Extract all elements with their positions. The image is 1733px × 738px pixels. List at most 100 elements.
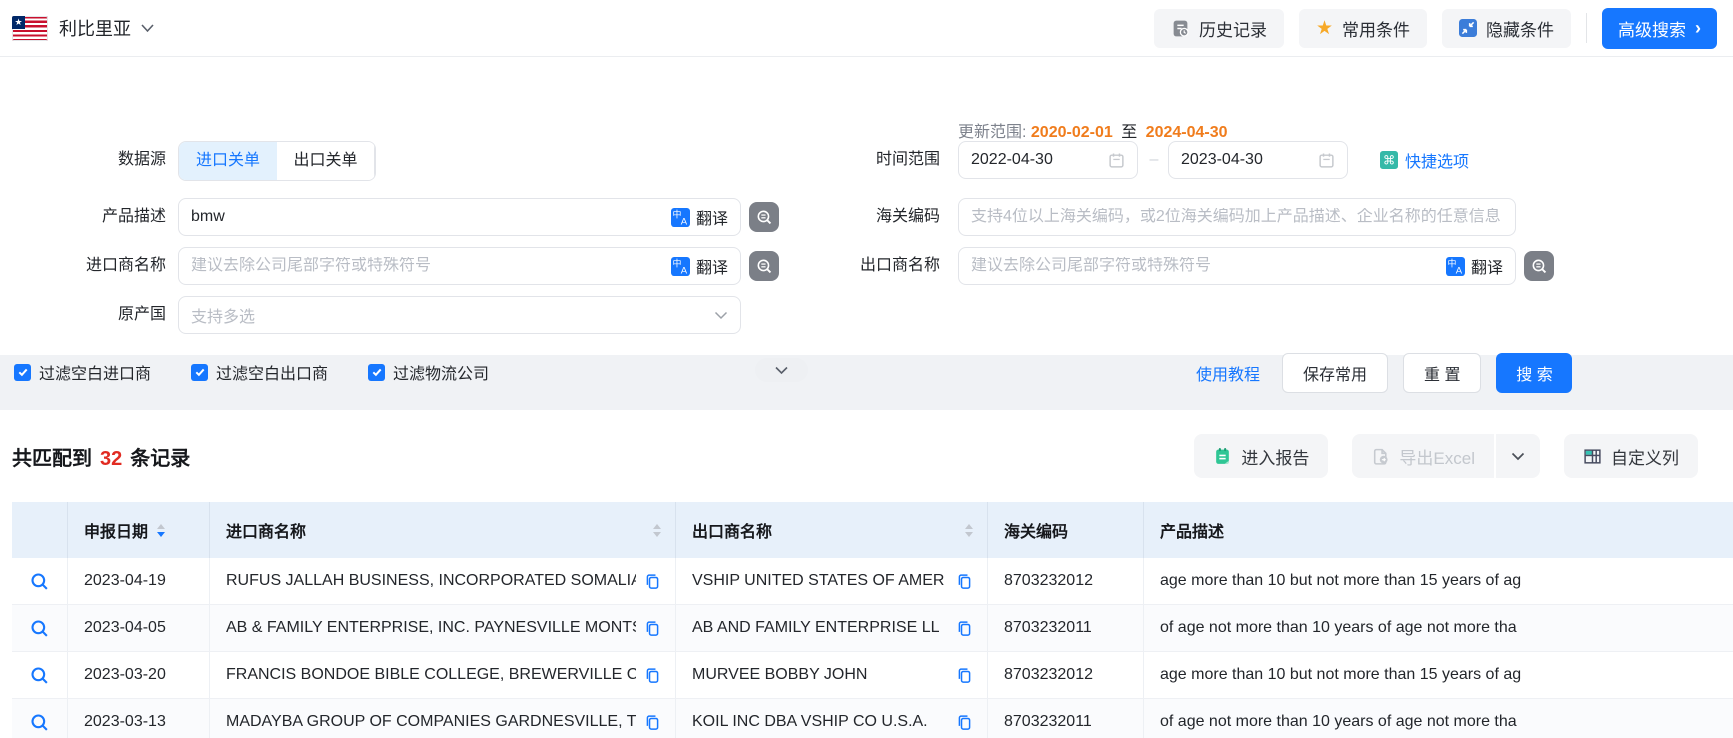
results-count-title: 共匹配到 32 条记录: [12, 442, 190, 471]
calendar-icon: [1108, 152, 1125, 169]
product-desc-field[interactable]: 中A 翻译: [178, 198, 741, 236]
copy-icon[interactable]: [644, 573, 661, 590]
match-suffix: 条记录: [130, 442, 190, 471]
table-header-row: 申报日期 进口商名称 出口商名称 海关编码 产品描述: [12, 502, 1733, 558]
translate-button[interactable]: 中A 翻译: [661, 205, 728, 229]
header-label: 海关编码: [1004, 518, 1068, 542]
origin-country-select[interactable]: 支持多选: [178, 296, 741, 334]
hs-code-input[interactable]: [971, 208, 1503, 226]
header-label: 申报日期: [84, 518, 148, 542]
copy-icon[interactable]: [644, 714, 661, 731]
translate-label: 翻译: [1471, 254, 1503, 278]
columns-icon: [1583, 447, 1602, 466]
fuzzy-search-toggle-button[interactable]: [749, 251, 779, 281]
hide-conditions-button[interactable]: 隐藏条件: [1442, 9, 1571, 48]
checkbox-checked-icon[interactable]: [14, 364, 31, 381]
product-desc-input[interactable]: [191, 208, 661, 226]
origin-country-placeholder: 支持多选: [191, 303, 714, 327]
copy-icon[interactable]: [956, 620, 973, 637]
exporter-input[interactable]: [971, 257, 1436, 275]
favorites-label: 常用条件: [1342, 16, 1410, 41]
match-prefix: 共匹配到: [12, 442, 92, 471]
translate-button[interactable]: 中A 翻译: [1436, 254, 1503, 278]
reset-button[interactable]: 重 置: [1403, 353, 1481, 393]
sort-icon[interactable]: [653, 524, 661, 537]
importer-label: 进口商名称: [0, 247, 166, 285]
favorites-button[interactable]: ★ 常用条件: [1299, 9, 1427, 48]
export-excel-group: 导出Excel: [1352, 434, 1540, 478]
save-common-button[interactable]: 保存常用: [1282, 353, 1388, 393]
history-button[interactable]: 历史记录: [1154, 9, 1284, 48]
copy-icon[interactable]: [644, 667, 661, 684]
fuzzy-search-toggle-button[interactable]: [749, 202, 779, 232]
importer-input[interactable]: [191, 257, 661, 275]
tab-import-customs[interactable]: 进口关单: [179, 142, 277, 180]
customize-columns-label: 自定义列: [1611, 444, 1679, 469]
header-declare-date[interactable]: 申报日期: [68, 502, 210, 558]
top-bar: ★ 利比里亚 历史记录 ★ 常用条件 隐藏条件 高级搜索 ›: [0, 0, 1733, 57]
checkbox-checked-icon[interactable]: [368, 364, 385, 381]
arrow-right-icon: ›: [1695, 19, 1701, 37]
filter-checkbox-1[interactable]: 过滤空白出口商: [191, 360, 328, 384]
copy-icon[interactable]: [956, 714, 973, 731]
tutorial-link[interactable]: 使用教程: [1196, 361, 1260, 385]
exporter-field[interactable]: 中A 翻译: [958, 247, 1516, 285]
enter-report-label: 进入报告: [1241, 444, 1309, 469]
enter-report-button[interactable]: 进入报告: [1194, 434, 1328, 478]
row-detail-search-icon[interactable]: [29, 665, 50, 686]
chevron-down-icon[interactable]: [140, 23, 155, 33]
cell-declare-date: 2023-03-13: [68, 699, 210, 738]
advanced-search-label: 高级搜索: [1618, 16, 1686, 41]
date-end-input[interactable]: [1181, 151, 1318, 169]
history-label: 历史记录: [1199, 16, 1267, 41]
hs-code-label: 海关编码: [780, 198, 940, 236]
sort-icon[interactable]: [157, 524, 165, 537]
header-exporter[interactable]: 出口商名称: [676, 502, 988, 558]
cell-product-desc: age more than 10 but not more than 15 ye…: [1144, 558, 1733, 604]
sort-icon[interactable]: [965, 524, 973, 537]
calendar-icon: [1318, 152, 1335, 169]
tab-export-customs[interactable]: 出口关单: [277, 142, 375, 180]
fuzzy-search-toggle-button[interactable]: [1524, 251, 1554, 281]
cell-importer: RUFUS JALLAH BUSINESS, INCORPORATED SOMA…: [210, 558, 676, 604]
table-row: 2023-04-19RUFUS JALLAH BUSINESS, INCORPO…: [12, 558, 1733, 605]
copy-icon[interactable]: [644, 620, 661, 637]
origin-country-label: 原产国: [0, 296, 166, 334]
advanced-search-button[interactable]: 高级搜索 ›: [1602, 8, 1717, 49]
quick-options-button[interactable]: ⌘ 快捷选项: [1380, 141, 1469, 179]
header-importer[interactable]: 进口商名称: [210, 502, 676, 558]
row-detail-search-icon[interactable]: [29, 571, 50, 592]
filter-checkbox-2[interactable]: 过滤物流公司: [368, 360, 489, 384]
date-start-field[interactable]: [958, 141, 1138, 179]
export-excel-label: 导出Excel: [1399, 444, 1475, 469]
update-range-label: 更新范围:: [958, 124, 1026, 141]
star-icon: ★: [1316, 19, 1333, 38]
date-end-field[interactable]: [1168, 141, 1348, 179]
time-range-label: 时间范围: [780, 141, 940, 179]
command-icon: ⌘: [1380, 151, 1398, 169]
cell-importer: AB & FAMILY ENTERPRISE, INC. PAYNESVILLE…: [210, 605, 676, 651]
export-excel-button[interactable]: 导出Excel: [1352, 434, 1494, 478]
copy-icon[interactable]: [956, 667, 973, 684]
date-start-input[interactable]: [971, 151, 1108, 169]
search-button[interactable]: 搜 索: [1496, 353, 1572, 393]
importer-field[interactable]: 中A 翻译: [178, 247, 741, 285]
filter-checkbox-0[interactable]: 过滤空白进口商: [14, 360, 151, 384]
table-row: 2023-04-05AB & FAMILY ENTERPRISE, INC. P…: [12, 605, 1733, 652]
translate-icon: 中A: [671, 208, 690, 227]
product-desc-label: 产品描述: [0, 198, 166, 236]
cell-product-desc: of age not more than 10 years of age not…: [1144, 699, 1733, 738]
search-form: 更新范围: 2020-02-01 至 2024-04-30 数据源 进口关单 出…: [0, 57, 1733, 355]
country-name[interactable]: 利比里亚: [59, 15, 131, 41]
hs-code-field[interactable]: [958, 198, 1516, 236]
row-detail-search-icon[interactable]: [29, 712, 50, 733]
row-detail-search-icon[interactable]: [29, 618, 50, 639]
copy-icon[interactable]: [956, 573, 973, 590]
checkbox-label: 过滤空白出口商: [216, 360, 328, 384]
checkbox-checked-icon[interactable]: [191, 364, 208, 381]
collapse-form-button[interactable]: [755, 358, 808, 382]
export-options-dropdown[interactable]: [1494, 434, 1540, 478]
customize-columns-button[interactable]: 自定义列: [1564, 434, 1698, 478]
cell-hs-code: 8703232011: [988, 699, 1144, 738]
translate-button[interactable]: 中A 翻译: [661, 254, 728, 278]
